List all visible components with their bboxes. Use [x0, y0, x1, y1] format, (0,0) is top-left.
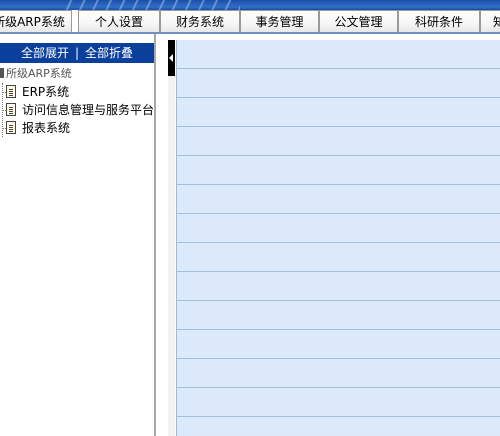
collapse-arrow-icon[interactable] — [168, 40, 175, 76]
expand-all-link[interactable]: 全部展开 — [21, 46, 69, 60]
tree-item-label: ERP系统 — [22, 85, 70, 99]
header-separator: | — [74, 46, 80, 60]
tab-research-conditions[interactable]: 科研条件 — [398, 10, 480, 32]
document-icon — [6, 103, 16, 116]
system-tree: 所级ARP系统 ERP系统 访问信息管理与服务平台 报表系统 — [0, 65, 154, 137]
tree-root[interactable]: 所级ARP系统 — [0, 65, 154, 83]
tab-personal-settings[interactable]: 个人设置 — [78, 10, 160, 32]
splitter-rail — [168, 76, 175, 436]
sidebar-header: 全部展开 | 全部折叠 — [0, 43, 154, 63]
sidebar-panel: 全部展开 | 全部折叠 所级ARP系统 ERP系统 访问信息管理与服务平台 报表系统 — [0, 34, 156, 436]
document-icon — [6, 121, 16, 134]
app-window: 所级ARP系统 个人设置 财务系统 事务管理 公文管理 科研条件 知 全部展开 |… — [0, 0, 500, 436]
header-decoration — [60, 0, 240, 10]
tree-item-erp[interactable]: ERP系统 — [0, 83, 154, 101]
tree-item-reports[interactable]: 报表系统 — [0, 119, 154, 137]
tab-arp-system[interactable]: 所级ARP系统 — [0, 10, 72, 32]
collapse-all-link[interactable]: 全部折叠 — [85, 46, 133, 60]
document-icon — [6, 85, 16, 98]
tree-root-label: 所级ARP系统 — [6, 67, 72, 80]
tree-item-label: 访问信息管理与服务平台 — [22, 103, 155, 117]
tab-finance-system[interactable]: 财务系统 — [160, 10, 240, 32]
tab-document-management[interactable]: 公文管理 — [319, 10, 398, 32]
tree-item-visit-platform[interactable]: 访问信息管理与服务平台 — [0, 101, 154, 119]
top-navigation-bar: 所级ARP系统 个人设置 财务系统 事务管理 公文管理 科研条件 知 — [0, 0, 500, 34]
main-content-area — [176, 40, 500, 436]
tab-affairs-management[interactable]: 事务管理 — [240, 10, 319, 32]
tree-item-label: 报表系统 — [22, 121, 71, 135]
tab-knowledge[interactable]: 知 — [480, 10, 500, 32]
tree-root-icon — [0, 68, 4, 78]
panel-splitter[interactable] — [164, 40, 176, 436]
